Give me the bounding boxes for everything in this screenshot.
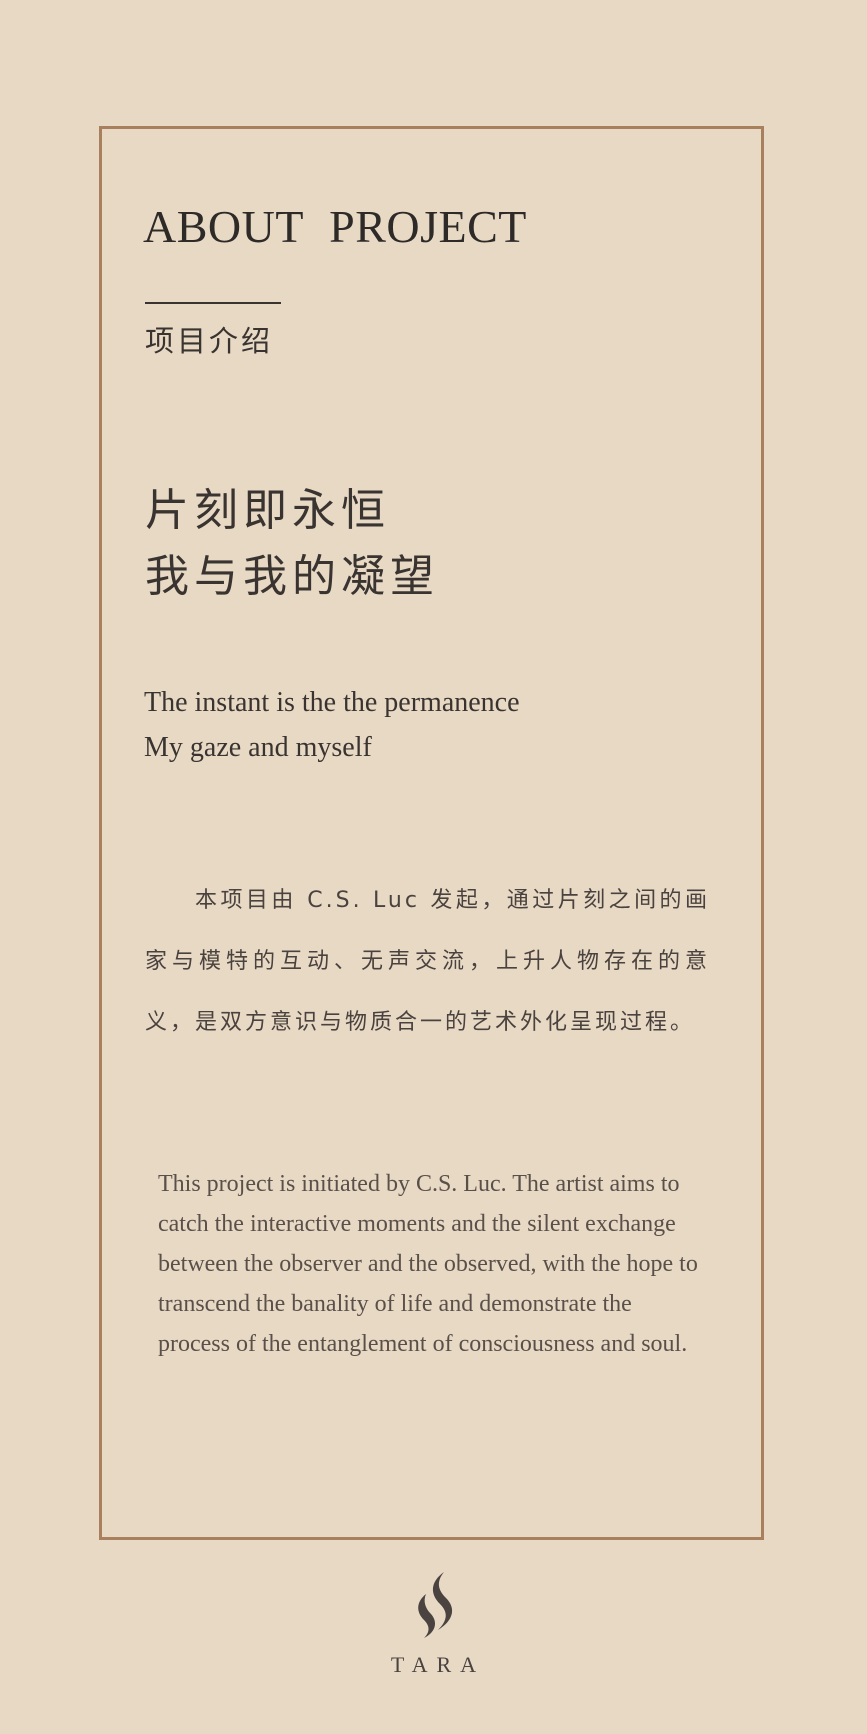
tagline-chinese-line-2: 我与我的凝望 (145, 551, 439, 602)
brand-name: TARA (390, 1652, 486, 1677)
tagline-chinese: 片刻即永恒 我与我的凝望 (145, 478, 439, 610)
page-heading: ABOUT PROJECT (143, 201, 527, 252)
description-english: This project is initiated by C.S. Luc. T… (158, 1171, 698, 1357)
page-subtitle: 项目介绍 (145, 324, 274, 358)
description-chinese: 本项目由 C.S. Luc 发起，通过片刻之间的画家与模特的互动、无声交流，上升… (145, 888, 710, 1035)
tagline-english-line-2: My gaze and myself (144, 732, 372, 763)
tagline-chinese-line-1: 片刻即永恒 (145, 485, 390, 536)
heading-divider (145, 302, 281, 304)
tara-flame-logo-icon (418, 1572, 453, 1638)
tagline-english: The instant is the the permanence My gaz… (144, 680, 520, 770)
tagline-english-line-1: The instant is the the permanence (144, 687, 520, 718)
